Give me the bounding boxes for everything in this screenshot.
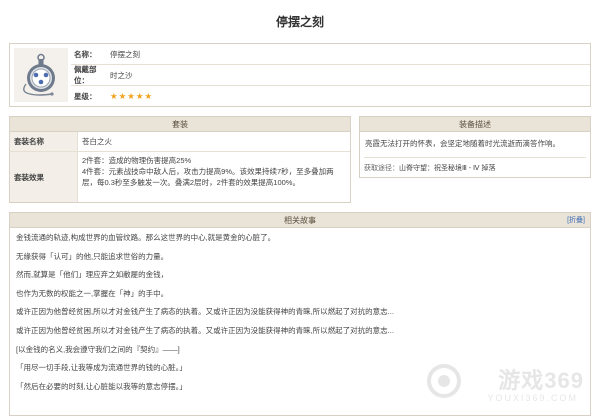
set-name-row: 套装名称 苍白之火 [10, 132, 350, 152]
set-effect-line: 2件套：造成的物理伤害提高25% [82, 156, 192, 165]
equip-panel: 装备描述 亮霞无法打开的怀表，会坚定地随着时光流逝而滴答作响。 获取途径：山脊守… [359, 116, 591, 178]
story-line: 「用尽一切手段,让我等成为流通世界的钱的心脏。」 [16, 363, 187, 373]
set-panel: 套装 套装名称 苍白之火 套装效果 2件套：造成的物理伤害提高25% 4件套：元… [9, 116, 351, 203]
name-value: 停摆之刻 [110, 49, 140, 59]
star-icon: ★ [144, 91, 153, 102]
set-effect-row: 套装效果 2件套：造成的物理伤害提高25% 4件套：元素战技命中敌人后，攻击力提… [10, 152, 350, 202]
slot-label: 佩戴部位： [74, 65, 97, 85]
story-line: [以金钱的名义,我会遵守我们之间的『契约』——] [16, 344, 180, 354]
story-line: 然而,就算是「他们」理应弃之如敝屣的金钱， [16, 270, 169, 280]
story-line: 无缘获得「认可」的他,只能追求世俗的力量。 [16, 251, 169, 261]
collapse-toggle-link[interactable]: [折叠] [567, 213, 585, 228]
set-effect-line: 4件套：元素战技命中敌人后，攻击力提高9%。该效果持续7秒，至多叠加两 [82, 167, 334, 176]
story-line: 「然后在必要的时刻,让心脏能以我等的意志停摆。」 [16, 381, 187, 391]
story-line: 或许正因为他曾经贫困,所以才对金钱产生了病态的执着。又或许正因为没能获得神的青睐… [16, 325, 394, 335]
star-icon: ★ [118, 91, 127, 102]
equip-description: 亮霞无法打开的怀表，会坚定地随着时光流逝而滴答作响。 [365, 139, 560, 148]
slot-value: 时之沙 [110, 70, 133, 80]
artifact-pocket-watch-icon [14, 48, 68, 102]
artifact-info-card: 名称： 停摆之刻 佩戴部位： 时之沙 星级： ★ ★ ★ ★ ★ [9, 43, 591, 107]
story-line: 金钱流通的轨迹,构成世界的血管纹路。那么这世界的中心,就是黄金的心脏了。 [16, 233, 276, 242]
set-panel-header: 套装 [10, 117, 350, 132]
equip-source: 获取途径：山脊守望：祝圣秘境Ⅲ - Ⅳ 掉落 [364, 157, 586, 173]
star-icon: ★ [127, 91, 135, 102]
equip-panel-header: 装备描述 [360, 117, 590, 132]
info-row-rarity: 星级： ★ ★ ★ ★ ★ [71, 86, 590, 107]
star-icon: ★ [135, 91, 144, 102]
rarity-label: 星级： [74, 92, 97, 101]
story-panel: 相关故事 [折叠] 金钱流通的轨迹,构成世界的血管纹路。那么这世界的中心,就是黄… [9, 212, 591, 416]
info-row-name: 名称： 停摆之刻 [71, 44, 590, 65]
info-row-slot: 佩戴部位： 时之沙 [71, 65, 590, 86]
story-line: 或许正因为他曾经贫困,所以才对金钱产生了病态的执着。又或许正因为没能获得神的青睐… [16, 307, 394, 317]
set-name-value: 苍白之火 [82, 137, 112, 146]
source-label: 获取途径： [364, 165, 399, 172]
set-effect-line: 层，每0.3秒至多触发一次。叠满2层时，2件套的效果提高100%。 [82, 178, 300, 187]
set-name-label: 套装名称 [10, 132, 78, 151]
name-label: 名称： [74, 49, 97, 59]
page-title: 停摆之刻 [275, 15, 324, 29]
story-panel-header: 相关故事 [折叠] [10, 213, 590, 228]
source-value: 山脊守望：祝圣秘境Ⅲ - Ⅳ 掉落 [399, 165, 496, 172]
set-effect-value: 2件套：造成的物理伤害提高25% 4件套：元素战技命中敌人后，攻击力提高9%。该… [78, 152, 350, 202]
story-title: 相关故事 [284, 216, 316, 225]
star-rating: ★ ★ ★ ★ ★ [110, 92, 152, 101]
story-line: 也作为无数的权能之一,掌握在「神」的手中。 [16, 288, 169, 298]
set-effect-label: 套装效果 [10, 152, 78, 202]
star-icon: ★ [110, 91, 118, 102]
